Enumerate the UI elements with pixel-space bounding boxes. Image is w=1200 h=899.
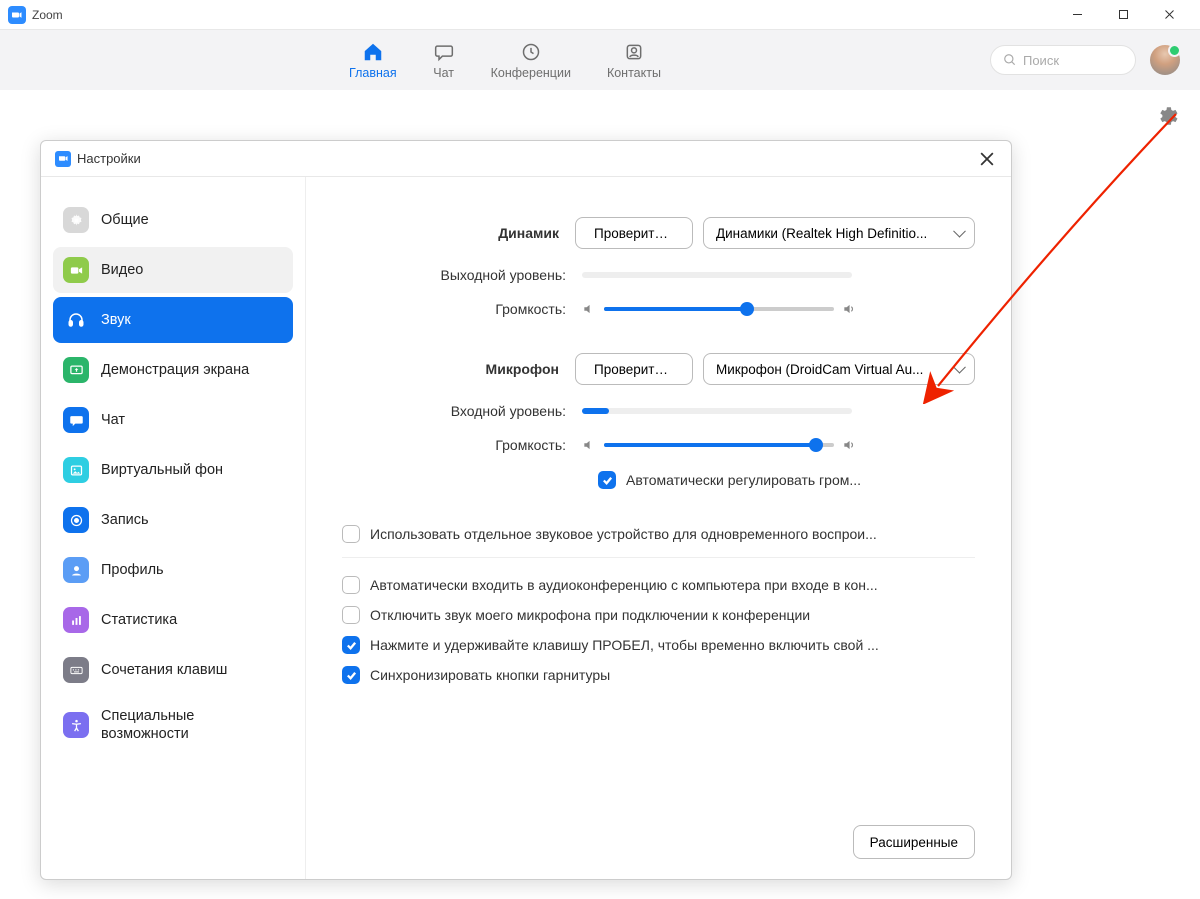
sidebar-item-label: Статистика [101, 611, 177, 629]
tab-label: Главная [349, 66, 397, 80]
sidebar-item-chat[interactable]: Чат [53, 397, 293, 443]
sidebar-item-label: Специальные возможности [101, 707, 283, 743]
sidebar-item-recording[interactable]: Запись [53, 497, 293, 543]
settings-modal: Настройки Общие Видео Звук Демонстрация … [40, 140, 1012, 880]
home-icon [362, 41, 384, 63]
window-minimize-button[interactable] [1054, 0, 1100, 30]
speaker-device-select[interactable]: Динамики (Realtek High Definitio... [703, 217, 975, 249]
separator [342, 557, 975, 558]
sidebar-item-screenshare[interactable]: Демонстрация экрана [53, 347, 293, 393]
camera-icon [63, 257, 89, 283]
speaker-label: Динамик [342, 225, 575, 241]
microphone-label: Микрофон [342, 361, 575, 377]
sidebar-item-label: Сочетания клавиш [101, 661, 227, 679]
output-level-meter [582, 272, 852, 278]
advanced-settings-button[interactable]: Расширенные [853, 825, 975, 859]
push-to-talk-checkbox[interactable]: Нажмите и удерживайте клавишу ПРОБЕЛ, чт… [342, 636, 975, 654]
sidebar-item-label: Звук [101, 311, 131, 329]
sidebar-item-general[interactable]: Общие [53, 197, 293, 243]
tab-label: Контакты [607, 66, 661, 80]
mic-device-select[interactable]: Микрофон (DroidCam Virtual Au... [703, 353, 975, 385]
auto-adjust-volume-checkbox[interactable]: Автоматически регулировать гром... [598, 471, 975, 489]
sidebar-item-accessibility[interactable]: Специальные возможности [53, 697, 293, 753]
headphones-icon [63, 307, 89, 333]
gear-icon [63, 207, 89, 233]
sidebar-item-statistics[interactable]: Статистика [53, 597, 293, 643]
output-level-label: Выходной уровень: [342, 267, 582, 283]
zoom-app-icon [55, 151, 71, 167]
chat-icon [433, 41, 455, 63]
chart-icon [63, 607, 89, 633]
sidebar-item-label: Видео [101, 261, 143, 279]
speaker-low-icon [582, 438, 596, 452]
sidebar-item-label: Демонстрация экрана [101, 361, 249, 379]
sidebar-item-keyboard-shortcuts[interactable]: Сочетания клавиш [53, 647, 293, 693]
sidebar-item-label: Запись [101, 511, 149, 529]
separate-audio-device-checkbox[interactable]: Использовать отдельное звуковое устройст… [342, 525, 975, 543]
sync-headset-checkbox[interactable]: Синхронизировать кнопки гарнитуры [342, 666, 975, 684]
search-icon [1003, 53, 1017, 67]
clock-icon [520, 41, 542, 63]
auto-join-audio-checkbox[interactable]: Автоматически входить в аудиоконференцию… [342, 576, 975, 594]
sidebar-item-label: Виртуальный фон [101, 461, 223, 479]
share-screen-icon [63, 357, 89, 383]
user-icon [63, 557, 89, 583]
tab-chat[interactable]: Чат [433, 41, 455, 80]
gear-icon [1156, 104, 1180, 128]
settings-content-audio: Динамик Проверить ... Динамики (Realtek … [306, 177, 1011, 879]
tab-meetings[interactable]: Конференции [491, 41, 571, 80]
image-icon [63, 457, 89, 483]
speaker-high-icon [842, 438, 856, 452]
tab-label: Чат [433, 66, 454, 80]
record-icon [63, 507, 89, 533]
sidebar-item-virtual-background[interactable]: Виртуальный фон [53, 447, 293, 493]
tab-contacts[interactable]: Контакты [607, 41, 661, 80]
modal-close-button[interactable] [977, 149, 997, 169]
input-level-meter [582, 408, 852, 414]
mic-volume-label: Громкость: [342, 437, 582, 453]
sidebar-item-video[interactable]: Видео [53, 247, 293, 293]
sidebar-item-audio[interactable]: Звук [53, 297, 293, 343]
sidebar-item-label: Общие [101, 211, 149, 229]
modal-header: Настройки [41, 141, 1011, 177]
tab-label: Конференции [491, 66, 571, 80]
modal-title: Настройки [77, 151, 141, 166]
mic-volume-slider[interactable] [604, 443, 834, 447]
tab-home[interactable]: Главная [349, 41, 397, 80]
contacts-icon [623, 41, 645, 63]
input-level-label: Входной уровень: [342, 403, 582, 419]
window-maximize-button[interactable] [1100, 0, 1146, 30]
speaker-low-icon [582, 302, 596, 316]
settings-sidebar: Общие Видео Звук Демонстрация экрана Чат… [41, 177, 306, 879]
chat-icon [63, 407, 89, 433]
keyboard-icon [63, 657, 89, 683]
top-navigation: Главная Чат Конференции Контакты Поиск [0, 30, 1200, 90]
speaker-high-icon [842, 302, 856, 316]
sidebar-item-label: Профиль [101, 561, 164, 579]
window-title: Zoom [32, 8, 63, 22]
avatar[interactable] [1150, 45, 1180, 75]
zoom-app-icon [8, 6, 26, 24]
speaker-volume-label: Громкость: [342, 301, 582, 317]
window-titlebar: Zoom [0, 0, 1200, 30]
test-speaker-button[interactable]: Проверить ... [575, 217, 693, 249]
accessibility-icon [63, 712, 89, 738]
sidebar-item-profile[interactable]: Профиль [53, 547, 293, 593]
settings-gear-button[interactable] [1156, 104, 1180, 128]
window-close-button[interactable] [1146, 0, 1192, 30]
test-mic-button[interactable]: Проверить ... [575, 353, 693, 385]
speaker-volume-slider[interactable] [604, 307, 834, 311]
sidebar-item-label: Чат [101, 411, 125, 429]
search-placeholder: Поиск [1023, 53, 1059, 68]
mute-on-entry-checkbox[interactable]: Отключить звук моего микрофона при подкл… [342, 606, 975, 624]
search-input[interactable]: Поиск [990, 45, 1136, 75]
